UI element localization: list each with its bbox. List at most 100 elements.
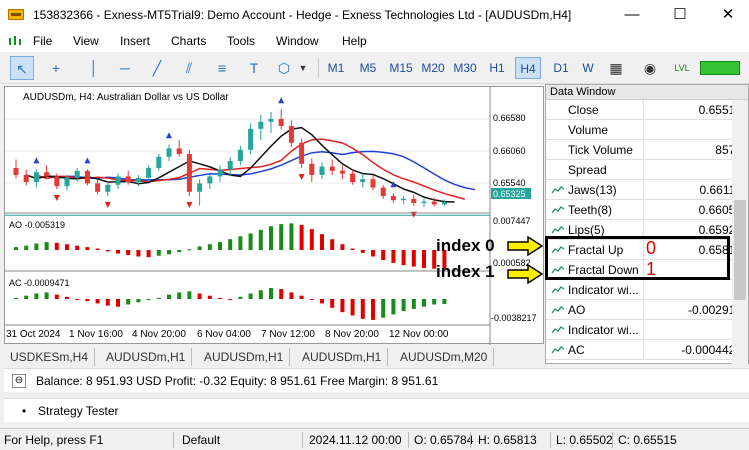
status-divider bbox=[612, 432, 613, 448]
tab-audusdm-h1[interactable]: AUDUSDm,H1 bbox=[198, 348, 291, 366]
chevron-down-icon[interactable]: ▼ bbox=[296, 56, 310, 80]
chart-menu-icon[interactable] bbox=[8, 35, 22, 47]
indicator-line-icon bbox=[551, 206, 565, 214]
scrollbar-thumb[interactable] bbox=[734, 200, 746, 300]
ao-bar bbox=[54, 242, 59, 250]
data-window: Data Window Close0.65515Volume0Tick Volu… bbox=[545, 84, 749, 364]
ao-bar bbox=[177, 250, 182, 253]
ao-bar bbox=[24, 245, 29, 250]
tab-audusdm-m20[interactable]: AUDUSDm,M20 bbox=[394, 348, 495, 366]
fractal-up-arrow bbox=[278, 97, 285, 104]
level-icon[interactable]: LVL bbox=[670, 56, 694, 80]
candle-body bbox=[339, 170, 345, 174]
ac-bar bbox=[432, 299, 437, 305]
ao-bar bbox=[44, 242, 49, 250]
ao-bar bbox=[187, 249, 192, 251]
collapse-icon[interactable]: ⊖ bbox=[12, 374, 26, 388]
minimize-button[interactable]: — bbox=[612, 4, 652, 26]
time-tick: 31 Oct 2024 bbox=[6, 329, 61, 340]
status-close: C: 0.65515 bbox=[618, 433, 677, 447]
tf-w1[interactable]: W bbox=[578, 57, 598, 79]
tab-audusdm-h1[interactable]: AUDUSDm,H1 bbox=[296, 348, 389, 366]
tf-h1[interactable]: H1 bbox=[484, 57, 510, 79]
tf-m1[interactable]: M1 bbox=[323, 57, 349, 79]
tf-d1[interactable]: D1 bbox=[548, 57, 574, 79]
data-window-field-name: Spread bbox=[568, 163, 607, 177]
candle-body bbox=[54, 176, 60, 187]
menu-window[interactable]: Window bbox=[276, 34, 319, 48]
signal-bar bbox=[700, 61, 740, 75]
tab-usdkesm-h4[interactable]: USDKESm,H4 bbox=[4, 348, 96, 366]
annotation-index-1: index 1 bbox=[436, 262, 495, 281]
menu-tools[interactable]: Tools bbox=[227, 34, 255, 48]
data-window-row: Close 0.65515 bbox=[546, 100, 748, 120]
tf-m5[interactable]: M5 bbox=[355, 57, 381, 79]
ao-bar bbox=[238, 236, 243, 250]
ac-bar bbox=[116, 299, 120, 307]
ac-bar bbox=[411, 299, 416, 309]
candle-body bbox=[217, 169, 223, 177]
cursor-icon[interactable]: ↖ bbox=[10, 56, 34, 80]
column-divider bbox=[643, 200, 644, 220]
data-window-row: AO -0.002915 bbox=[546, 300, 748, 320]
trendline-icon[interactable]: ╱ bbox=[145, 56, 169, 80]
ac-bar bbox=[258, 290, 263, 299]
candle-body bbox=[105, 184, 111, 192]
ao-bar bbox=[371, 250, 375, 257]
menu-insert[interactable]: Insert bbox=[120, 34, 150, 48]
ac-bar bbox=[320, 299, 324, 304]
calendar-icon[interactable]: ▦ bbox=[604, 56, 628, 80]
vertical-line-icon[interactable]: │ bbox=[82, 56, 106, 80]
channel-icon[interactable]: ⫽ bbox=[177, 56, 201, 80]
menu-view[interactable]: View bbox=[73, 34, 99, 48]
data-window-scrollbar[interactable] bbox=[732, 100, 748, 364]
indicator-line-icon bbox=[551, 226, 565, 234]
annotation-number-1: 1 bbox=[646, 259, 657, 279]
ac-bar bbox=[34, 293, 39, 299]
menu-charts[interactable]: Charts bbox=[171, 34, 206, 48]
ao-bar bbox=[422, 250, 426, 268]
tf-m15[interactable]: M15 bbox=[386, 57, 416, 79]
indicator-line-icon bbox=[551, 286, 565, 294]
horizontal-line-icon[interactable]: ─ bbox=[113, 56, 137, 80]
maximize-button[interactable]: ☐ bbox=[660, 4, 700, 26]
status-divider bbox=[173, 432, 174, 448]
ac-bar bbox=[197, 293, 202, 299]
candle-body bbox=[268, 119, 274, 122]
fibonacci-icon[interactable]: ≡ bbox=[210, 56, 234, 80]
candle-body bbox=[248, 128, 254, 150]
ao-bar bbox=[95, 248, 100, 250]
crosshair-icon[interactable]: + bbox=[44, 56, 68, 80]
data-window-title: Data Window bbox=[546, 85, 748, 100]
text-icon[interactable]: T bbox=[242, 56, 266, 80]
tf-m20[interactable]: M20 bbox=[418, 57, 448, 79]
tf-m30[interactable]: M30 bbox=[450, 57, 480, 79]
menu-help[interactable]: Help bbox=[342, 34, 367, 48]
fractal-down-arrow bbox=[186, 202, 193, 208]
ao-bar bbox=[340, 244, 345, 250]
account-icon[interactable]: ◉ bbox=[638, 56, 662, 80]
chart-window[interactable]: AUDUSDm, H4: Australian Dollar vs US Dol… bbox=[4, 86, 545, 345]
column-divider bbox=[643, 120, 644, 140]
data-window-field-name: Teeth(8) bbox=[568, 203, 613, 217]
status-profile[interactable]: Default bbox=[182, 433, 220, 447]
ao-bar bbox=[309, 229, 314, 250]
candle-body bbox=[33, 172, 39, 182]
tf-h4[interactable]: H4 bbox=[515, 57, 541, 79]
strategy-tester-panel: • Strategy Tester bbox=[4, 398, 749, 422]
ac-bar bbox=[391, 299, 396, 315]
strategy-tester-label[interactable]: Strategy Tester bbox=[38, 404, 118, 418]
status-help: For Help, press F1 bbox=[4, 433, 104, 447]
ao-bar bbox=[279, 224, 284, 250]
tab-audusdm-h1[interactable]: AUDUSDm,H1 bbox=[100, 348, 193, 366]
ao-bar bbox=[330, 239, 335, 250]
toolbar-divider bbox=[318, 58, 319, 78]
close-button[interactable]: ✕ bbox=[708, 4, 748, 26]
data-window-field-name: Jaws(13) bbox=[568, 183, 617, 197]
bullet-icon: • bbox=[22, 404, 27, 418]
menu-file[interactable]: File bbox=[33, 34, 52, 48]
ac-bar bbox=[146, 299, 151, 301]
candle-body bbox=[176, 148, 182, 154]
shapes-icon[interactable]: ⬡ bbox=[272, 56, 296, 80]
chart-canvas[interactable]: AUDUSDm, H4: Australian Dollar vs US Dol… bbox=[5, 87, 545, 345]
